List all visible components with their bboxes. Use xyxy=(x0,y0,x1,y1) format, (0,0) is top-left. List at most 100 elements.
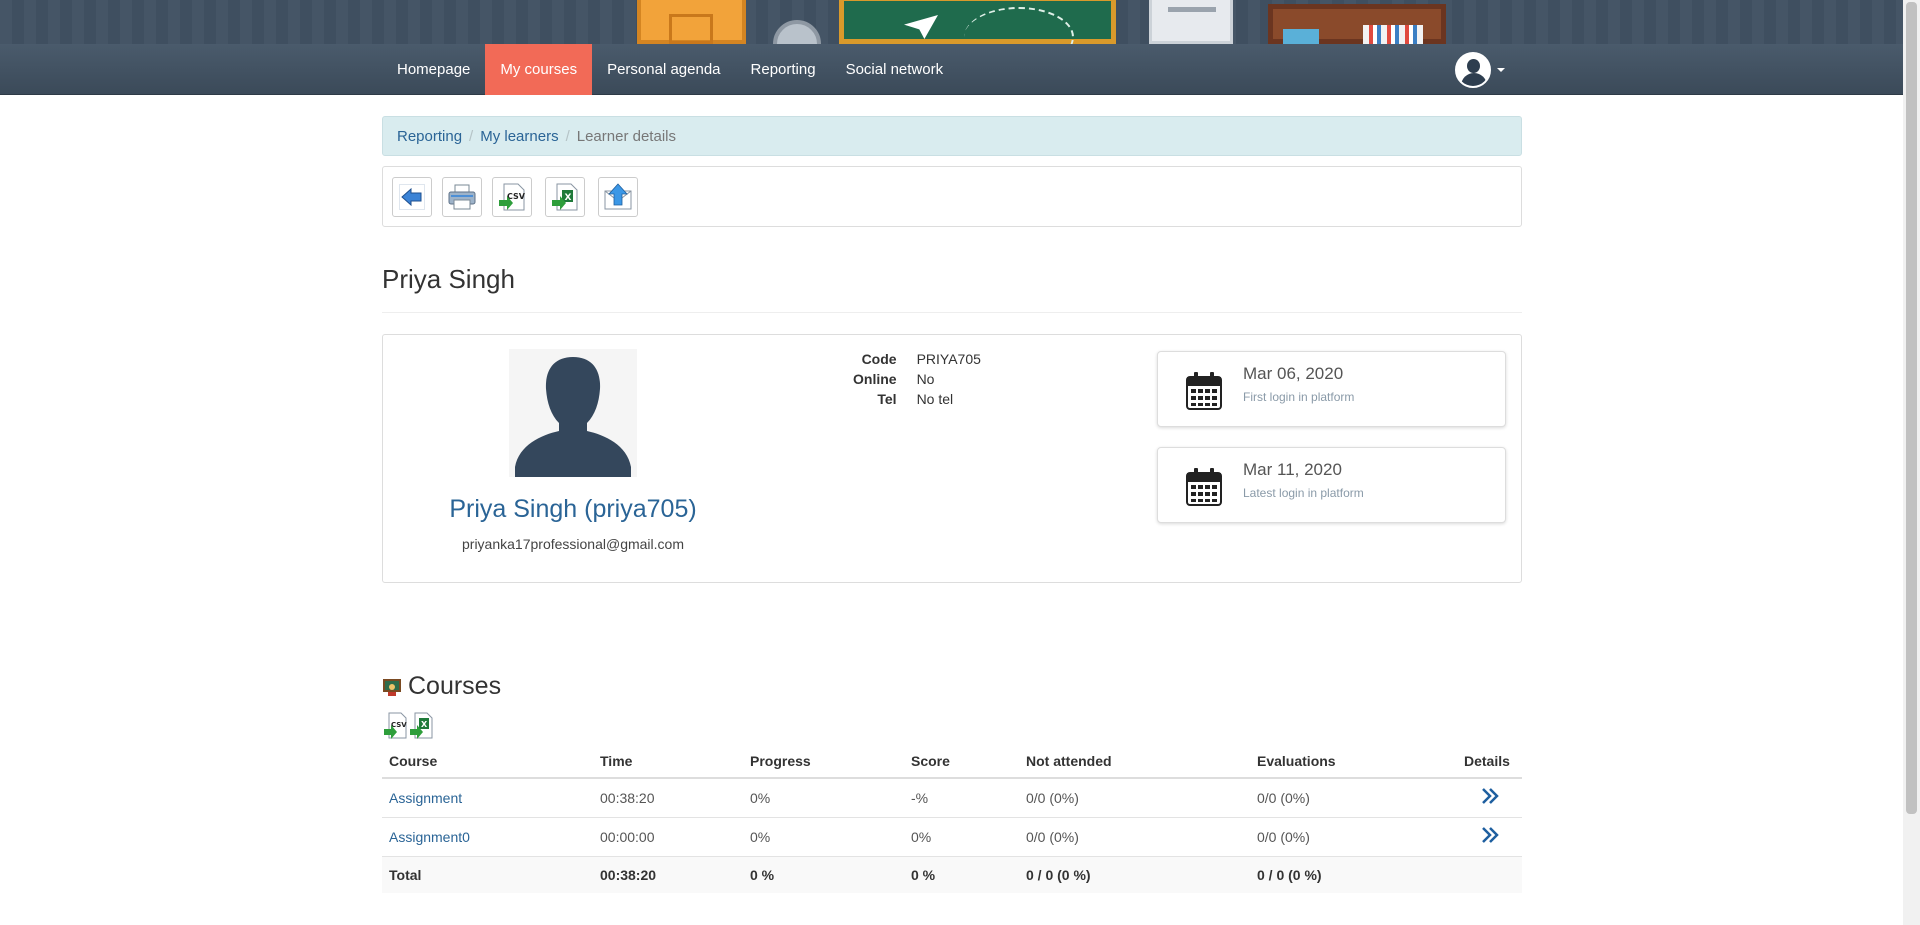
course-evaluations: 0/0 (0%) xyxy=(1250,778,1457,818)
column-header: Evaluations xyxy=(1250,744,1457,779)
learner-avatar xyxy=(509,349,637,477)
total-score: 0 % xyxy=(904,856,1019,893)
course-link[interactable]: Assignment0 xyxy=(389,829,470,845)
send-message-icon xyxy=(604,183,632,210)
breadcrumb-current: Learner details xyxy=(576,127,676,145)
online-value: No xyxy=(916,371,935,387)
column-header: Progress xyxy=(743,744,904,779)
svg-text:X: X xyxy=(565,193,572,203)
course-icon xyxy=(383,678,401,696)
details-button[interactable] xyxy=(1480,825,1500,848)
info-row-online: Online No xyxy=(853,371,991,391)
course-score: 0% xyxy=(904,817,1019,857)
csv-export-icon: CSV xyxy=(499,183,526,211)
total-evaluations: 0 / 0 (0 %) xyxy=(1250,856,1457,893)
total-label: Total xyxy=(382,856,593,893)
course-not-attended: 0/0 (0%) xyxy=(1019,778,1250,818)
online-label: Online xyxy=(853,371,897,387)
nav-menu: Homepage My courses Personal agenda Repo… xyxy=(382,44,958,95)
breadcrumb-separator: / xyxy=(469,127,474,145)
learner-email: priyanka17professional@gmail.com xyxy=(462,536,684,552)
print-icon xyxy=(448,184,476,210)
export-excel-button[interactable]: X xyxy=(545,177,585,217)
double-chevron-right-icon xyxy=(1481,788,1499,805)
csv-export-icon[interactable]: CSV xyxy=(384,712,408,740)
courses-export-tools: CSV X xyxy=(384,712,434,740)
user-silhouette-icon xyxy=(509,349,637,477)
course-time: 00:00:00 xyxy=(593,817,743,857)
breadcrumb-my-learners[interactable]: My learners xyxy=(480,128,558,145)
banner-clock-illustration xyxy=(773,20,821,44)
course-evaluations: 0/0 (0%) xyxy=(1250,817,1457,857)
banner-chalkboard-illustration xyxy=(839,0,1116,44)
code-label: Code xyxy=(861,351,897,367)
info-row-tel: Tel No tel xyxy=(853,391,991,411)
latest-login-label: Latest login in platform xyxy=(1243,486,1364,500)
table-row: Assignment 00:38:20 0% -% 0/0 (0%) 0/0 (… xyxy=(382,778,1522,818)
svg-text:X: X xyxy=(421,720,428,729)
calendar-icon xyxy=(1186,372,1222,410)
export-csv-button[interactable]: CSV xyxy=(492,177,532,217)
first-login-date: Mar 06, 2020 xyxy=(1243,364,1344,383)
total-time: 00:38:20 xyxy=(593,856,743,893)
banner-bookshelf-illustration xyxy=(1268,4,1446,44)
calendar-icon xyxy=(1186,468,1222,506)
nav-item-social-network[interactable]: Social network xyxy=(831,44,959,95)
print-button[interactable] xyxy=(442,177,482,217)
courses-title: Courses xyxy=(408,672,502,700)
back-button[interactable] xyxy=(392,177,432,217)
course-time: 00:38:20 xyxy=(593,778,743,818)
courses-section-header: Courses xyxy=(382,672,501,701)
excel-export-icon[interactable]: X xyxy=(410,712,434,740)
course-not-attended: 0/0 (0%) xyxy=(1019,817,1250,857)
send-message-button[interactable] xyxy=(598,177,638,217)
info-row-code: Code PRIYA705 xyxy=(853,351,991,371)
first-login-label: First login in platform xyxy=(1243,390,1355,404)
banner-door-illustration xyxy=(637,0,746,44)
column-header: Score xyxy=(904,744,1019,779)
table-total-row: Total 00:38:20 0 % 0 % 0 / 0 (0 %) 0 / 0… xyxy=(382,856,1522,893)
details-button[interactable] xyxy=(1480,786,1500,809)
total-not-attended: 0 / 0 (0 %) xyxy=(1019,856,1250,893)
actions-toolbar: CSV X xyxy=(382,166,1522,227)
svg-text:CSV: CSV xyxy=(391,721,407,729)
column-header: Time xyxy=(593,744,743,779)
main-navbar: Homepage My courses Personal agenda Repo… xyxy=(0,44,1903,95)
first-login-card: Mar 06, 2020 First login in platform xyxy=(1157,351,1506,427)
title-divider xyxy=(382,312,1522,313)
nav-item-homepage[interactable]: Homepage xyxy=(382,44,485,95)
breadcrumb-separator: / xyxy=(565,127,570,145)
table-row: Assignment0 00:00:00 0% 0% 0/0 (0%) 0/0 … xyxy=(382,817,1522,857)
code-value: PRIYA705 xyxy=(916,351,981,367)
latest-login-card: Mar 11, 2020 Latest login in platform xyxy=(1157,447,1506,523)
column-header: Details xyxy=(1457,744,1522,779)
excel-export-icon: X xyxy=(552,183,578,211)
course-progress: 0% xyxy=(743,817,904,857)
page-title: Priya Singh xyxy=(382,264,515,294)
latest-login-date: Mar 11, 2020 xyxy=(1243,460,1342,479)
learner-info-table: Code PRIYA705 Online No Tel No tel xyxy=(853,351,991,411)
total-details-empty xyxy=(1457,856,1522,893)
user-menu-toggle[interactable] xyxy=(1455,52,1505,88)
tel-label: Tel xyxy=(877,391,897,407)
column-header: Not attended xyxy=(1019,744,1250,779)
user-avatar-icon xyxy=(1455,52,1491,88)
nav-item-reporting[interactable]: Reporting xyxy=(736,44,831,95)
table-header-row: Course Time Progress Score Not attended … xyxy=(382,744,1522,779)
header-banner xyxy=(0,0,1903,44)
nav-item-my-courses[interactable]: My courses xyxy=(485,44,593,95)
double-chevron-right-icon xyxy=(1481,827,1499,843)
chevron-down-icon xyxy=(1497,68,1505,72)
learner-profile-panel: Priya Singh (priya705) priyanka17profess… xyxy=(382,334,1522,583)
learner-full-name[interactable]: Priya Singh (priya705) xyxy=(383,495,763,524)
page-scrollbar[interactable] xyxy=(1903,0,1920,925)
banner-paper-illustration xyxy=(1149,0,1233,44)
scrollbar-thumb[interactable] xyxy=(1906,2,1917,814)
nav-item-personal-agenda[interactable]: Personal agenda xyxy=(592,44,735,95)
column-header: Course xyxy=(382,744,593,779)
course-link[interactable]: Assignment xyxy=(389,790,462,806)
breadcrumb-reporting[interactable]: Reporting xyxy=(397,128,462,145)
course-progress: 0% xyxy=(743,778,904,818)
back-icon xyxy=(399,184,425,210)
total-progress: 0 % xyxy=(743,856,904,893)
